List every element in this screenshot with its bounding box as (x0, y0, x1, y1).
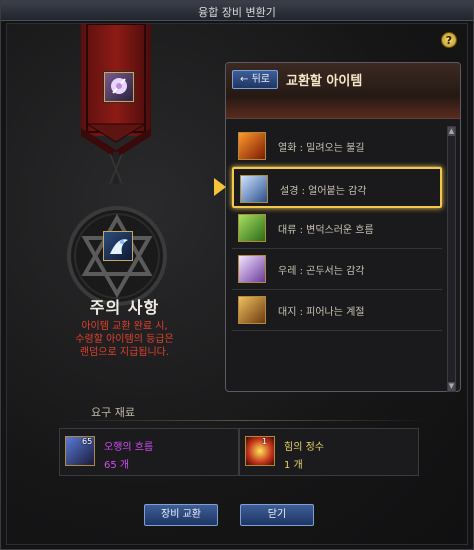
material-name: 힘의 정수 (284, 442, 324, 453)
list-item[interactable]: 대류 : 변덕스러운 흐름 (232, 208, 442, 249)
material-count-badge: 1 (262, 437, 268, 446)
item-label: 대지 : 피어나는 계절 (278, 307, 365, 318)
notice-line: 랜덤으로 지급됩니다. (79, 347, 170, 358)
item-label: 설경 : 얼어붙는 감각 (280, 186, 367, 197)
requirements-label: 요구 재료 (91, 406, 135, 419)
frost-spirit-icon (240, 175, 268, 203)
item-list-scrollbar[interactable]: ▲ ▼ (447, 126, 456, 392)
earth-icon (238, 296, 266, 324)
back-label: 뒤로 (251, 74, 270, 85)
panel-title: 교환할 아이템 (286, 74, 363, 89)
back-button[interactable]: ← 뒤로 (232, 70, 278, 89)
item-label: 열화 : 밀려오는 불길 (278, 143, 365, 154)
list-item[interactable]: 우레 : 곤두서는 감각 (232, 249, 442, 290)
thunder-icon (238, 255, 266, 283)
title-bar[interactable]: 융합 장비 변환기 (1, 1, 473, 21)
material-name: 오행의 흐름 (104, 442, 154, 453)
window-title: 융합 장비 변환기 (198, 6, 276, 19)
notice-line: 수령할 아이템의 등급은 (75, 334, 174, 345)
reward-preview-icon[interactable] (104, 72, 134, 102)
panel-header: ← 뒤로 교환할 아이템 (226, 63, 460, 119)
notice-line: 아이템 교환 완료 시, (81, 321, 168, 332)
list-item[interactable]: 열화 : 밀려오는 불길 (232, 126, 442, 167)
power-essence-icon (245, 436, 275, 466)
close-button[interactable]: 닫기 (240, 504, 314, 526)
fire-sword-icon (238, 132, 266, 160)
material-quantity: 65 개 (104, 460, 130, 471)
exchange-item-panel: ← 뒤로 교환할 아이템 열화 : 밀려오는 불길 설경 : 얼어붙는 감각 대… (214, 62, 461, 392)
item-label: 대류 : 변덕스러운 흐름 (278, 225, 374, 236)
content-area: ? 주의 사항 아이템 교환 완료 시, 수령할 아이템의 등급은 랜덤으로 지… (6, 23, 468, 545)
converter-window: 융합 장비 변환기 ? 주의 사항 아이템 교환 완료 시, 수령할 아이템의 … (0, 0, 474, 550)
wind-orb-icon (238, 214, 266, 242)
exchange-button[interactable]: 장비 교환 (144, 504, 218, 526)
item-label: 우레 : 곤두서는 감각 (278, 266, 365, 277)
scroll-up-icon[interactable]: ▲ (448, 127, 455, 136)
list-item[interactable]: 대지 : 피어나는 계절 (232, 290, 442, 331)
help-icon[interactable]: ? (441, 32, 457, 48)
list-item-selected[interactable]: 설경 : 얼어붙는 감각 (214, 167, 442, 208)
selected-item-icon[interactable] (103, 231, 133, 261)
notice-title: 주의 사항 (89, 298, 160, 317)
notice-text: 아이템 교환 완료 시, 수령할 아이템의 등급은 랜덤으로 지급됩니다. (7, 320, 242, 359)
item-list: 열화 : 밀려오는 불길 설경 : 얼어붙는 감각 대류 : 변덕스러운 흐름 … (214, 126, 442, 331)
material-slot[interactable]: 65 오행의 흐름 65 개 (59, 428, 239, 476)
material-quantity: 1 개 (284, 460, 303, 471)
selection-arrow-icon (214, 178, 226, 196)
material-count-badge: 65 (82, 437, 93, 446)
material-slot[interactable]: 1 힘의 정수 1 개 (239, 428, 419, 476)
divider (59, 420, 429, 421)
scroll-down-icon[interactable]: ▼ (448, 382, 455, 391)
